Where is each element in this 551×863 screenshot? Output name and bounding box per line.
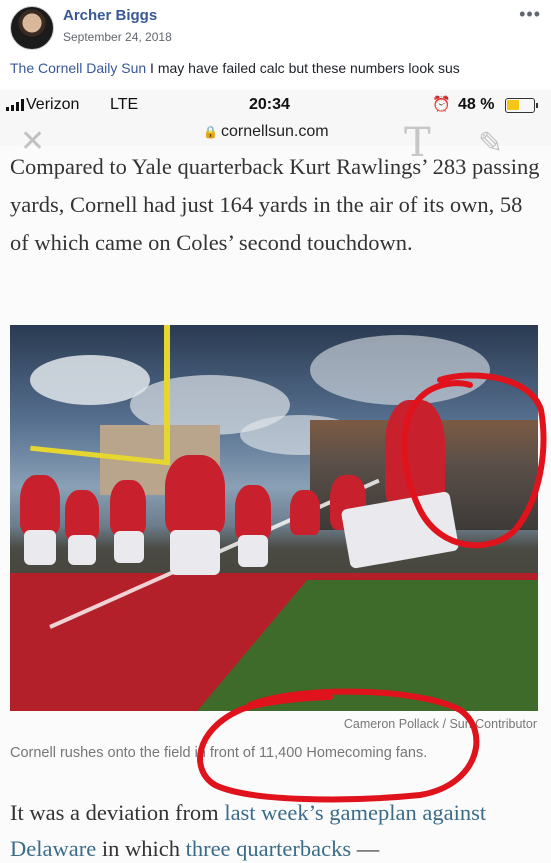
post-date[interactable]: September 24, 2018 [63, 30, 172, 44]
article-paragraph: Compared to Yale quarterback Kurt Rawlin… [10, 154, 540, 255]
battery-icon [505, 98, 538, 113]
alarm-clock-icon: ⏰ [432, 96, 451, 113]
more-options-icon[interactable]: ••• [519, 4, 541, 25]
post-caption: The Cornell Daily Sun I may have failed … [10, 60, 460, 76]
network-type: LTE [110, 96, 139, 113]
article-paragraph-2: It was a deviation from last week’s game… [10, 795, 550, 863]
lock-icon: 🔒 [203, 125, 218, 139]
author-name[interactable]: Archer Biggs [63, 7, 157, 24]
article-photo [10, 325, 538, 711]
avatar[interactable] [10, 6, 54, 50]
status-time: 20:34 [249, 96, 290, 113]
status-bar: Verizon LTE 20:34 ⏰ 48 % [0, 90, 551, 120]
paragraph-text: It was a deviation from [10, 800, 225, 825]
paragraph-text: — [351, 836, 380, 861]
paragraph-text: in which [96, 836, 186, 861]
url-text[interactable]: cornellsun.com [221, 123, 329, 141]
battery-percentage: 48 % [458, 96, 495, 113]
address-bar[interactable]: ✕ 🔒 cornellsun.com T ✎ [0, 120, 551, 166]
signal-icon [6, 99, 24, 111]
quarterbacks-link[interactable]: three quarterbacks [186, 836, 352, 861]
carrier-name: Verizon [26, 96, 80, 113]
photo-caption: Cornell rushes onto the field in front o… [10, 745, 428, 761]
tagged-page-link[interactable]: The Cornell Daily Sun [10, 60, 146, 76]
caption-text: I may have failed calc but these numbers… [146, 60, 460, 76]
phone-screenshot: Verizon LTE 20:34 ⏰ 48 % ✕ 🔒 cornellsun.… [0, 90, 551, 863]
photo-credit: Cameron Pollack / Sun Contributor [343, 717, 537, 731]
battery-level-fill [507, 100, 519, 110]
post-header: Archer Biggs September 24, 2018 ••• The … [0, 0, 551, 90]
